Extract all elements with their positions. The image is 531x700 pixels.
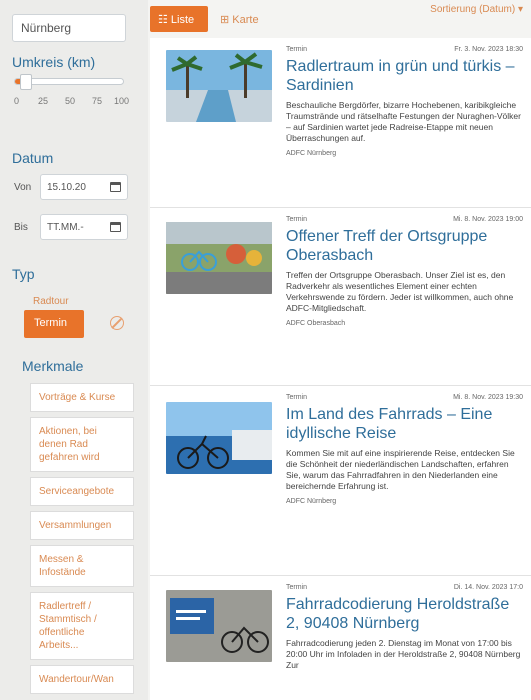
event-date: Di. 14. Nov. 2023 17:0 [453, 584, 523, 591]
event-description: Fahrradcodierung jeden 2. Dienstag im Mo… [286, 638, 521, 670]
event-image-codierung[interactable] [166, 590, 272, 662]
chevron-down-icon: ▾ [515, 4, 523, 15]
type-heading: Typ [12, 266, 35, 282]
event-date: Fr. 3. Nov. 2023 18:30 [454, 46, 523, 53]
list-label: Liste [170, 14, 195, 26]
type-option-radtour[interactable]: Radtour [33, 296, 69, 307]
calendar-icon[interactable] [110, 222, 121, 232]
feature-item[interactable]: Radlertreff / Stammtisch / offentliche A… [30, 592, 134, 660]
event-title[interactable]: Offener Treff der Ortsgruppe Oberasbach [286, 227, 523, 265]
event-description: Treffen der Ortsgruppe Oberasbach. Unser… [286, 270, 514, 313]
event-organizer: ADFC Nürnberg [286, 498, 337, 505]
page: Nürnberg Umkreis (km) 0 25 50 75 100 Dat… [0, 0, 531, 700]
event-body: Termin Mi. 8. Nov. 2023 19:30 Im Land de… [286, 394, 523, 505]
calendar-icon[interactable] [110, 182, 121, 192]
event-image-bike-lake[interactable] [166, 402, 272, 474]
event-meta: Termin Mi. 8. Nov. 2023 19:00 [286, 216, 523, 223]
radius-tick: 0 [14, 96, 20, 106]
event-organizer: ADFC Oberasbach [286, 320, 346, 327]
event-card[interactable]: Termin Mi. 8. Nov. 2023 19:30 Im Land de… [150, 386, 531, 576]
radius-tick: 25 [38, 96, 49, 106]
sort-dropdown[interactable]: Sortierung (Datum) ▾ [430, 4, 523, 15]
features-heading: Merkmale [22, 358, 84, 374]
event-list: Termin Fr. 3. Nov. 2023 18:30 Radlertrau… [150, 38, 531, 700]
from-date-input[interactable]: 15.10.20 [40, 174, 128, 200]
event-description: Beschauliche Bergdörfer, bizarre Hochebe… [286, 100, 521, 143]
event-type: Termin [286, 584, 308, 591]
feature-item[interactable]: Serviceangebote [30, 477, 134, 506]
to-label: Bis [14, 222, 28, 233]
event-date: Mi. 8. Nov. 2023 19:30 [453, 394, 523, 401]
feature-list: Vorträge & Kurse Aktionen, bei denen Rad… [30, 383, 134, 699]
sort-label: Sortierung (Datum) [430, 4, 516, 15]
event-title[interactable]: Im Land des Fahrrads – Eine idyllische R… [286, 405, 523, 443]
event-type: Termin [286, 216, 308, 223]
clear-filter-icon[interactable] [110, 316, 124, 330]
from-date-value: 15.10.20 [47, 182, 86, 193]
event-organizer: ADFC Nürnberg [286, 150, 337, 157]
event-body: Termin Mi. 8. Nov. 2023 19:00 Offener Tr… [286, 216, 523, 327]
radius-tick: 75 [92, 96, 103, 106]
event-date: Mi. 8. Nov. 2023 19:00 [453, 216, 523, 223]
filter-sidebar: Nürnberg Umkreis (km) 0 25 50 75 100 Dat… [0, 0, 148, 700]
event-title[interactable]: Radlertraum in grün und türkis – Sardini… [286, 57, 523, 95]
event-meta: Termin Mi. 8. Nov. 2023 19:30 [286, 394, 523, 401]
radius-slider-handle[interactable] [19, 74, 32, 90]
event-description: Kommen Sie mit auf eine inspirierende Re… [286, 448, 515, 491]
feature-item[interactable]: Aktionen, bei denen Rad gefahren wird [30, 417, 134, 472]
feature-item[interactable]: Vorträge & Kurse [30, 383, 134, 412]
from-label: Von [14, 182, 32, 193]
radius-ticks: 0 25 50 75 100 [14, 96, 130, 108]
event-type: Termin [286, 46, 308, 53]
event-meta: Termin Di. 14. Nov. 2023 17:0 [286, 584, 523, 591]
event-type: Termin [286, 394, 308, 401]
map-label: Karte [232, 14, 259, 26]
event-image-beach-palms[interactable] [166, 50, 272, 122]
to-date-input[interactable]: TT.MM.- [40, 214, 128, 240]
event-body: Termin Fr. 3. Nov. 2023 18:30 Radlertrau… [286, 46, 523, 157]
event-body: Termin Di. 14. Nov. 2023 17:0 Fahrradcod… [286, 584, 523, 677]
type-option-termin[interactable]: Termin [24, 310, 84, 338]
map-icon: ⊞ [220, 14, 233, 26]
event-card[interactable]: Termin Fr. 3. Nov. 2023 18:30 Radlertrau… [150, 38, 531, 208]
to-date-value: TT.MM.- [47, 222, 84, 233]
radius-slider[interactable] [14, 74, 124, 90]
list-icon: ☷ [158, 14, 171, 26]
event-image-bike-garden[interactable] [166, 222, 272, 294]
feature-item[interactable]: Versammlungen [30, 511, 134, 540]
radius-tick: 100 [114, 96, 130, 106]
map-view-button[interactable]: ⊞ Karte [212, 6, 267, 32]
radius-tick: 50 [65, 96, 76, 106]
event-title[interactable]: Fahrradcodierung Heroldstraße 2, 90408 N… [286, 595, 523, 633]
date-heading: Datum [12, 150, 54, 166]
event-card[interactable]: Termin Di. 14. Nov. 2023 17:0 Fahrradcod… [150, 576, 531, 700]
feature-item[interactable]: Wandertour/Wan [30, 665, 134, 694]
event-card[interactable]: Termin Mi. 8. Nov. 2023 19:00 Offener Tr… [150, 208, 531, 386]
feature-item[interactable]: Messen & Infostände [30, 545, 134, 587]
radius-heading: Umkreis (km) [12, 54, 96, 70]
list-view-button[interactable]: ☷ Liste [150, 6, 208, 32]
location-input[interactable]: Nürnberg [12, 14, 126, 42]
event-meta: Termin Fr. 3. Nov. 2023 18:30 [286, 46, 523, 53]
